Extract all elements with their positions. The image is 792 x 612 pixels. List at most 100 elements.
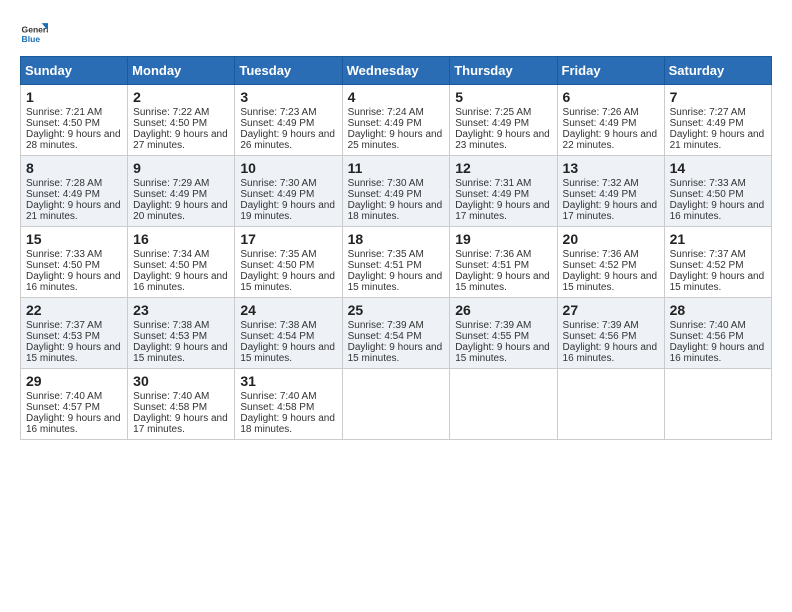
sunset-text: Sunset: 4:49 PM	[670, 118, 744, 129]
sunset-text: Sunset: 4:55 PM	[455, 331, 529, 342]
calendar-cell: 13Sunrise: 7:32 AMSunset: 4:49 PMDayligh…	[557, 156, 664, 227]
day-number: 27	[563, 302, 659, 318]
sunset-text: Sunset: 4:50 PM	[26, 118, 100, 129]
calendar-cell	[450, 369, 557, 440]
sunset-text: Sunset: 4:54 PM	[240, 331, 314, 342]
sunrise-text: Sunrise: 7:24 AM	[348, 107, 424, 118]
day-number: 4	[348, 89, 445, 105]
calendar-cell: 31Sunrise: 7:40 AMSunset: 4:58 PMDayligh…	[235, 369, 342, 440]
daylight-label: Daylight: 9 hours and 15 minutes.	[26, 342, 121, 364]
calendar-cell: 19 Sunrise: 7:36 AMSunset: 4:51 PMDayligh…	[450, 227, 557, 298]
calendar-cell: 3Sunrise: 7:23 AMSunset: 4:49 PMDaylight…	[235, 85, 342, 156]
calendar-cell	[342, 369, 450, 440]
weekday-header: Sunday	[21, 57, 128, 85]
sunrise-text: Sunrise: 7:40 AM	[26, 391, 102, 402]
sunset-text: Sunset: 4:52 PM	[670, 260, 744, 271]
sunset-text: Sunset: 4:49 PM	[455, 189, 529, 200]
sunset-text: Sunset: 4:58 PM	[240, 402, 314, 413]
daylight-label: Daylight: 9 hours and 18 minutes.	[240, 413, 335, 435]
calendar-week-row: 22Sunrise: 7:37 AMSunset: 4:53 PMDayligh…	[21, 298, 772, 369]
sunrise-text: Sunrise: 7:39 AM	[455, 320, 531, 331]
sunset-text: Sunset: 4:50 PM	[26, 260, 100, 271]
day-number: 24	[240, 302, 336, 318]
svg-text:Blue: Blue	[22, 34, 41, 44]
day-number: 19	[455, 231, 551, 247]
day-number: 22	[26, 302, 122, 318]
day-number: 18	[348, 231, 445, 247]
calendar-cell: 10Sunrise: 7:30 AMSunset: 4:49 PMDayligh…	[235, 156, 342, 227]
daylight-label: Daylight: 9 hours and 15 minutes.	[563, 271, 658, 293]
sunrise-text: Sunrise: 7:39 AM	[348, 320, 424, 331]
calendar-week-row: 15Sunrise: 7:33 AMSunset: 4:50 PMDayligh…	[21, 227, 772, 298]
sunrise-text: Sunrise: 7:30 AM	[348, 178, 424, 189]
daylight-label: Daylight: 9 hours and 21 minutes.	[26, 200, 121, 222]
calendar-cell: 22 Sunrise: 7:37 AMSunset: 4:53 PMDayligh…	[21, 298, 128, 369]
daylight-label: Daylight: 9 hours and 22 minutes.	[563, 129, 658, 151]
sunset-text: Sunset: 4:51 PM	[455, 260, 529, 271]
daylight-label: Daylight: 9 hours and 17 minutes.	[563, 200, 658, 222]
logo-icon: General Blue	[20, 20, 48, 48]
day-number: 1	[26, 89, 122, 105]
sunrise-text: Sunrise: 7:35 AM	[240, 249, 316, 260]
weekday-header: Saturday	[664, 57, 771, 85]
daylight-label: Daylight: 9 hours and 18 minutes.	[348, 200, 443, 222]
daylight-label: Daylight: 9 hours and 25 minutes.	[348, 129, 443, 151]
calendar-cell: 28Sunrise: 7:40 AMSunset: 4:56 PMDayligh…	[664, 298, 771, 369]
sunset-text: Sunset: 4:50 PM	[133, 118, 207, 129]
calendar-cell: 23Sunrise: 7:38 AMSunset: 4:53 PMDayligh…	[128, 298, 235, 369]
sunrise-text: Sunrise: 7:37 AM	[26, 320, 102, 331]
sunset-text: Sunset: 4:49 PM	[348, 118, 422, 129]
day-number: 14	[670, 160, 766, 176]
daylight-label: Daylight: 9 hours and 19 minutes.	[240, 200, 335, 222]
daylight-label: Daylight: 9 hours and 16 minutes.	[26, 413, 121, 435]
calendar-week-row: 29Sunrise: 7:40 AMSunset: 4:57 PMDayligh…	[21, 369, 772, 440]
calendar-week-row: 1Sunrise: 7:21 AMSunset: 4:50 PMDaylight…	[21, 85, 772, 156]
svg-text:General: General	[22, 24, 48, 34]
calendar-cell: 2Sunrise: 7:22 AMSunset: 4:50 PMDaylight…	[128, 85, 235, 156]
sunset-text: Sunset: 4:49 PM	[563, 118, 637, 129]
sunrise-text: Sunrise: 7:23 AM	[240, 107, 316, 118]
calendar-cell: 20Sunrise: 7:36 AMSunset: 4:52 PMDayligh…	[557, 227, 664, 298]
daylight-label: Daylight: 9 hours and 20 minutes.	[133, 200, 228, 222]
calendar-cell: 29Sunrise: 7:40 AMSunset: 4:57 PMDayligh…	[21, 369, 128, 440]
day-number: 2	[133, 89, 229, 105]
sunset-text: Sunset: 4:58 PM	[133, 402, 207, 413]
calendar-cell: 17Sunrise: 7:35 AMSunset: 4:50 PMDayligh…	[235, 227, 342, 298]
calendar-cell: 18Sunrise: 7:35 AMSunset: 4:51 PMDayligh…	[342, 227, 450, 298]
sunrise-text: Sunrise: 7:32 AM	[563, 178, 639, 189]
sunset-text: Sunset: 4:51 PM	[348, 260, 422, 271]
sunset-text: Sunset: 4:50 PM	[240, 260, 314, 271]
sunrise-text: Sunrise: 7:38 AM	[240, 320, 316, 331]
weekday-header: Thursday	[450, 57, 557, 85]
daylight-label: Daylight: 9 hours and 15 minutes.	[240, 271, 335, 293]
calendar-cell: 1Sunrise: 7:21 AMSunset: 4:50 PMDaylight…	[21, 85, 128, 156]
sunset-text: Sunset: 4:50 PM	[133, 260, 207, 271]
calendar-table: SundayMondayTuesdayWednesdayThursdayFrid…	[20, 56, 772, 440]
calendar-cell: 11 Sunrise: 7:30 AMSunset: 4:49 PMDayligh…	[342, 156, 450, 227]
calendar-cell: 15Sunrise: 7:33 AMSunset: 4:50 PMDayligh…	[21, 227, 128, 298]
sunset-text: Sunset: 4:57 PM	[26, 402, 100, 413]
day-number: 5	[455, 89, 551, 105]
sunset-text: Sunset: 4:49 PM	[348, 189, 422, 200]
sunset-text: Sunset: 4:49 PM	[240, 118, 314, 129]
daylight-label: Daylight: 9 hours and 15 minutes.	[240, 342, 335, 364]
calendar-cell: 6Sunrise: 7:26 AMSunset: 4:49 PMDaylight…	[557, 85, 664, 156]
daylight-label: Daylight: 9 hours and 15 minutes.	[455, 271, 550, 293]
day-number: 3	[240, 89, 336, 105]
sunrise-text: Sunrise: 7:28 AM	[26, 178, 102, 189]
sunset-text: Sunset: 4:49 PM	[455, 118, 529, 129]
sunset-text: Sunset: 4:49 PM	[240, 189, 314, 200]
day-number: 7	[670, 89, 766, 105]
daylight-label: Daylight: 9 hours and 16 minutes.	[133, 271, 228, 293]
day-number: 11	[348, 160, 445, 176]
sunrise-text: Sunrise: 7:36 AM	[455, 249, 531, 260]
calendar-cell	[664, 369, 771, 440]
day-number: 31	[240, 373, 336, 389]
sunrise-text: Sunrise: 7:29 AM	[133, 178, 209, 189]
daylight-label: Daylight: 9 hours and 15 minutes.	[348, 342, 443, 364]
calendar-header-row: SundayMondayTuesdayWednesdayThursdayFrid…	[21, 57, 772, 85]
sunset-text: Sunset: 4:53 PM	[26, 331, 100, 342]
day-number: 16	[133, 231, 229, 247]
calendar-cell: 27Sunrise: 7:39 AMSunset: 4:56 PMDayligh…	[557, 298, 664, 369]
sunset-text: Sunset: 4:56 PM	[563, 331, 637, 342]
